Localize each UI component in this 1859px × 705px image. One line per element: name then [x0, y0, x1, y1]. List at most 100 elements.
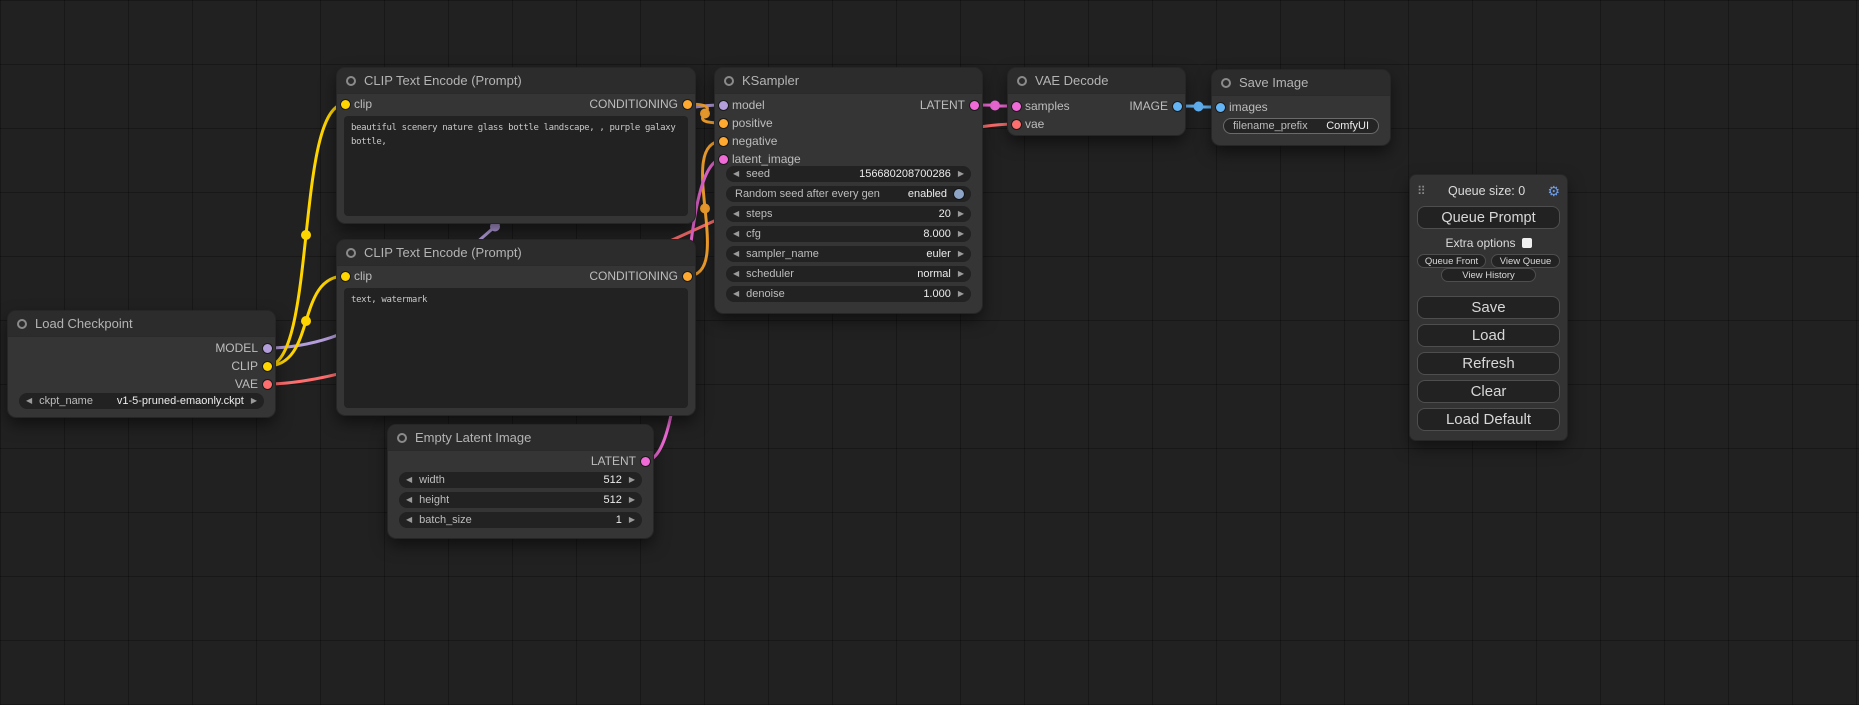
settings-gear-icon[interactable]: ⚙: [1547, 183, 1560, 200]
queue-front-button[interactable]: Queue Front: [1417, 254, 1486, 268]
decrement-arrow-icon[interactable]: ◀: [733, 286, 739, 302]
node-empty-latent-image[interactable]: Empty Latent Image LATENT ◀ width 512 ▶ …: [388, 425, 653, 538]
node-title-bar[interactable]: Load Checkpoint: [8, 311, 275, 337]
node-title-bar[interactable]: KSampler: [715, 68, 982, 94]
node-save-image[interactable]: Save Image images filename_prefix ComfyU…: [1212, 70, 1390, 145]
widget-batch-size[interactable]: ◀ batch_size 1 ▶: [399, 512, 642, 528]
widget-denoise[interactable]: ◀ denoise 1.000 ▶: [726, 286, 971, 302]
output-slot-latent[interactable]: LATENT: [822, 96, 982, 114]
queue-prompt-button[interactable]: Queue Prompt: [1417, 206, 1560, 229]
positive-input-dot[interactable]: [719, 119, 728, 128]
latent-output-dot[interactable]: [970, 101, 979, 110]
increment-arrow-icon[interactable]: ▶: [629, 492, 635, 508]
decrement-arrow-icon[interactable]: ◀: [733, 166, 739, 182]
node-title-bar[interactable]: Empty Latent Image: [388, 425, 653, 451]
clear-button[interactable]: Clear: [1417, 380, 1560, 403]
view-queue-button[interactable]: View Queue: [1491, 254, 1560, 268]
decrement-arrow-icon[interactable]: ◀: [406, 472, 412, 488]
widget-steps[interactable]: ◀ steps 20 ▶: [726, 206, 971, 222]
clip-output-dot[interactable]: [263, 362, 272, 371]
node-clip-text-encode-negative[interactable]: CLIP Text Encode (Prompt) clip CONDITION…: [337, 240, 695, 415]
widget-height[interactable]: ◀ height 512 ▶: [399, 492, 642, 508]
output-slot-clip[interactable]: CLIP: [115, 357, 275, 375]
increment-arrow-icon[interactable]: ▶: [958, 246, 964, 262]
decrement-arrow-icon[interactable]: ◀: [26, 393, 32, 409]
input-slot-negative[interactable]: negative: [715, 132, 875, 150]
increment-arrow-icon[interactable]: ▶: [958, 286, 964, 302]
extra-options-checkbox[interactable]: [1522, 238, 1532, 248]
output-slot-conditioning[interactable]: CONDITIONING: [480, 267, 695, 285]
node-clip-text-encode-positive[interactable]: CLIP Text Encode (Prompt) clip CONDITION…: [337, 68, 695, 223]
negative-input-dot[interactable]: [719, 137, 728, 146]
increment-arrow-icon[interactable]: ▶: [629, 512, 635, 528]
increment-arrow-icon[interactable]: ▶: [958, 266, 964, 282]
conditioning-output-dot[interactable]: [683, 272, 692, 281]
collapse-dot-icon[interactable]: [1017, 76, 1027, 86]
node-vae-decode[interactable]: VAE Decode samples IMAGE vae: [1008, 68, 1185, 135]
increment-arrow-icon[interactable]: ▶: [958, 166, 964, 182]
collapse-dot-icon[interactable]: [724, 76, 734, 86]
clip-input-dot[interactable]: [341, 100, 350, 109]
collapse-dot-icon[interactable]: [346, 248, 356, 258]
model-output-dot[interactable]: [263, 344, 272, 353]
collapse-dot-icon[interactable]: [17, 319, 27, 329]
collapse-dot-icon[interactable]: [397, 433, 407, 443]
output-slot-model[interactable]: MODEL: [115, 339, 275, 357]
images-input-dot[interactable]: [1216, 103, 1225, 112]
latent-image-input-dot[interactable]: [719, 155, 728, 164]
widget-sampler-name[interactable]: ◀ sampler_name euler ▶: [726, 246, 971, 262]
increment-arrow-icon[interactable]: ▶: [958, 206, 964, 222]
input-slot-images[interactable]: images: [1212, 98, 1319, 116]
node-ksampler[interactable]: KSampler model LATENT positive negative …: [715, 68, 982, 313]
clip-input-dot[interactable]: [341, 272, 350, 281]
node-title-bar[interactable]: VAE Decode: [1008, 68, 1185, 94]
widget-width[interactable]: ◀ width 512 ▶: [399, 472, 642, 488]
widget-seed[interactable]: ◀ seed 156680208700286 ▶: [726, 166, 971, 182]
widget-ckpt-name[interactable]: ◀ ckpt_name v1-5-pruned-emaonly.ckpt ▶: [19, 393, 264, 409]
drag-handle-icon[interactable]: ⠿: [1417, 184, 1426, 198]
widget-cfg[interactable]: ◀ cfg 8.000 ▶: [726, 226, 971, 242]
output-slot-vae[interactable]: VAE: [115, 375, 275, 393]
increment-arrow-icon[interactable]: ▶: [629, 472, 635, 488]
samples-input-dot[interactable]: [1012, 102, 1021, 111]
image-output-dot[interactable]: [1173, 102, 1182, 111]
latent-output-dot[interactable]: [641, 457, 650, 466]
positive-prompt-textarea[interactable]: beautiful scenery nature glass bottle la…: [344, 116, 688, 216]
node-canvas[interactable]: Load Checkpoint MODEL CLIP VAE ◀ ckpt_na…: [0, 0, 1859, 705]
load-button[interactable]: Load: [1417, 324, 1560, 347]
output-slot-latent[interactable]: LATENT: [494, 452, 653, 470]
increment-arrow-icon[interactable]: ▶: [251, 393, 257, 409]
refresh-button[interactable]: Refresh: [1417, 352, 1560, 375]
collapse-dot-icon[interactable]: [1221, 78, 1231, 88]
widget-random-seed-toggle[interactable]: Random seed after every gen enabled: [726, 186, 971, 202]
node-title-bar[interactable]: Save Image: [1212, 70, 1390, 96]
decrement-arrow-icon[interactable]: ◀: [406, 492, 412, 508]
toggle-knob[interactable]: [954, 189, 964, 199]
vae-output-dot[interactable]: [263, 380, 272, 389]
save-button[interactable]: Save: [1417, 296, 1560, 319]
node-title-bar[interactable]: CLIP Text Encode (Prompt): [337, 68, 695, 94]
increment-arrow-icon[interactable]: ▶: [958, 226, 964, 242]
negative-prompt-textarea[interactable]: text, watermark: [344, 288, 688, 408]
input-slot-vae[interactable]: vae: [1008, 115, 1114, 133]
node-title-bar[interactable]: CLIP Text Encode (Prompt): [337, 240, 695, 266]
view-history-button[interactable]: View History: [1441, 268, 1535, 282]
node-load-checkpoint[interactable]: Load Checkpoint MODEL CLIP VAE ◀ ckpt_na…: [8, 311, 275, 417]
vae-input-dot[interactable]: [1012, 120, 1021, 129]
load-default-button[interactable]: Load Default: [1417, 408, 1560, 431]
collapse-dot-icon[interactable]: [346, 76, 356, 86]
slot-label: MODEL: [215, 341, 258, 355]
comfy-menu-panel[interactable]: ⠿ Queue size: 0 ⚙ Queue Prompt Extra opt…: [1410, 175, 1567, 440]
input-slot-positive[interactable]: positive: [715, 114, 875, 132]
decrement-arrow-icon[interactable]: ◀: [733, 226, 739, 242]
decrement-arrow-icon[interactable]: ◀: [406, 512, 412, 528]
decrement-arrow-icon[interactable]: ◀: [733, 266, 739, 282]
decrement-arrow-icon[interactable]: ◀: [733, 246, 739, 262]
output-slot-conditioning[interactable]: CONDITIONING: [480, 95, 695, 113]
conditioning-output-dot[interactable]: [683, 100, 692, 109]
widget-scheduler[interactable]: ◀ scheduler normal ▶: [726, 266, 971, 282]
model-input-dot[interactable]: [719, 101, 728, 110]
decrement-arrow-icon[interactable]: ◀: [733, 206, 739, 222]
widget-filename-prefix[interactable]: filename_prefix ComfyUI: [1223, 118, 1379, 134]
output-slot-image[interactable]: IMAGE: [1079, 97, 1185, 115]
